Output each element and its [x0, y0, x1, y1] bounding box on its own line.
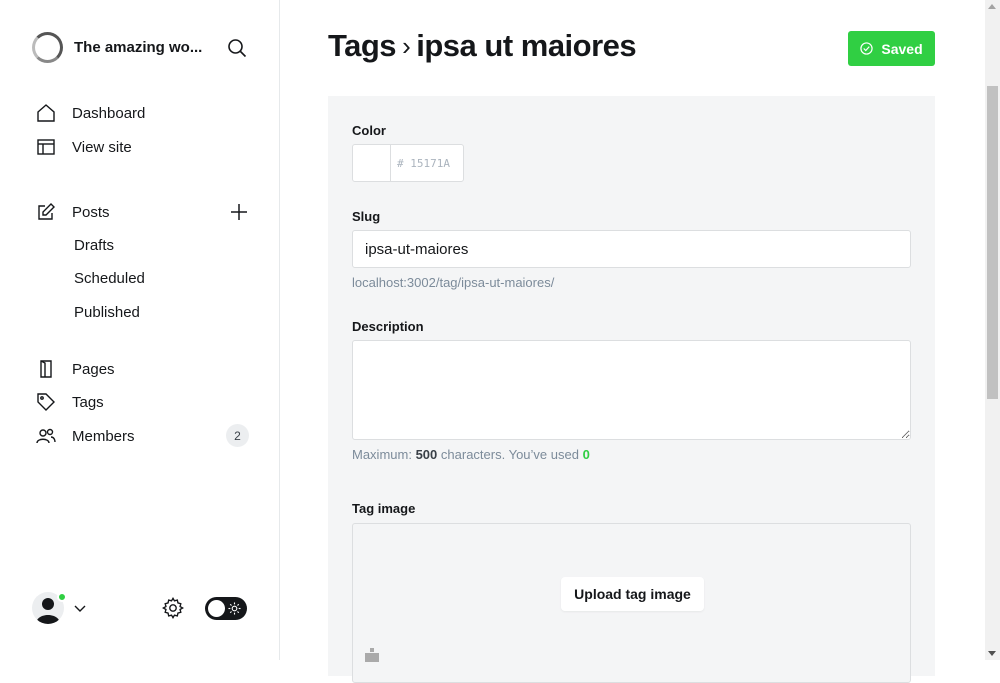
nav-pages[interactable]: Pages: [36, 357, 115, 381]
slug-input[interactable]: [352, 230, 911, 268]
main-content: Tags › ipsa ut maiores Saved Color # 151…: [281, 0, 985, 683]
nav-view-site-label: View site: [72, 138, 132, 156]
scroll-up-arrow-icon[interactable]: [988, 4, 996, 9]
members-count-badge: 2: [226, 424, 249, 447]
members-icon: [36, 428, 56, 444]
tag-icon: [37, 393, 55, 411]
site-title: The amazing wo...: [74, 39, 203, 56]
chevron-down-icon[interactable]: [74, 602, 86, 614]
nav-posts-label: Posts: [72, 203, 110, 221]
slug-url-preview: localhost:3002/tag/ipsa-ut-maiores/: [352, 275, 555, 290]
color-hex-value[interactable]: # 15171A: [391, 145, 450, 181]
edit-icon: [38, 203, 55, 220]
nav-members[interactable]: Members: [36, 424, 135, 448]
nav-members-label: Members: [72, 427, 135, 445]
new-post-plus-icon[interactable]: [229, 202, 249, 222]
home-icon: [37, 104, 55, 122]
scroll-down-arrow-icon[interactable]: [988, 651, 996, 656]
upload-tag-image-button[interactable]: Upload tag image: [561, 577, 704, 611]
nav-pages-label: Pages: [72, 360, 115, 378]
nav-drafts[interactable]: Drafts: [74, 237, 114, 254]
tag-image-upload-area[interactable]: Upload tag image: [352, 523, 911, 683]
desc-hint-mid: characters. You’ve used: [440, 447, 579, 462]
color-picker[interactable]: # 15171A: [352, 144, 464, 182]
tag-image-label: Tag image: [352, 501, 416, 516]
night-mode-toggle[interactable]: [205, 597, 247, 620]
breadcrumb-tags-link[interactable]: Tags: [328, 28, 397, 64]
description-textarea[interactable]: [352, 340, 911, 440]
nav-published[interactable]: Published: [74, 304, 140, 321]
description-hint: Maximum: 500 characters. You’ve used 0: [352, 447, 590, 462]
pages-icon: [40, 360, 52, 378]
nav-dashboard[interactable]: Dashboard: [36, 101, 145, 125]
search-icon[interactable]: [227, 38, 247, 58]
slug-label: Slug: [352, 209, 381, 224]
desc-used-chars: 0: [582, 447, 590, 462]
user-online-status: [57, 592, 67, 602]
layout-icon: [37, 139, 55, 155]
scroll-thumb[interactable]: [987, 86, 998, 399]
sidebar: The amazing wo... Dashboard View site Po…: [0, 0, 280, 660]
description-label: Description: [352, 319, 424, 334]
page-title: ipsa ut maiores: [416, 28, 637, 63]
desc-max-chars: 500: [415, 447, 438, 462]
settings-gear-icon[interactable]: [162, 597, 184, 619]
nav-view-site[interactable]: View site: [36, 135, 132, 159]
color-swatch[interactable]: [353, 145, 391, 181]
tag-settings-panel: Color # 15171A Slug localhost:3002/tag/i…: [328, 96, 935, 683]
saved-button[interactable]: Saved: [848, 31, 935, 66]
color-label: Color: [352, 123, 386, 138]
nav-tags[interactable]: Tags: [36, 390, 104, 414]
nav-tags-label: Tags: [72, 393, 104, 411]
breadcrumb: Tags › ipsa ut maiores: [328, 28, 637, 64]
nav-posts[interactable]: Posts: [36, 200, 110, 224]
site-logo-icon: [32, 32, 63, 63]
nav-dashboard-label: Dashboard: [72, 104, 146, 122]
site-brand[interactable]: The amazing wo...: [32, 32, 214, 63]
toggle-knob: [208, 600, 225, 617]
check-circle-icon: [860, 42, 874, 55]
desc-hint-prefix: Maximum:: [352, 447, 412, 462]
breadcrumb-separator: ›: [402, 30, 411, 61]
nav-scheduled[interactable]: Scheduled: [74, 270, 145, 287]
sun-icon: [228, 602, 241, 615]
saved-label: Saved: [881, 40, 923, 57]
vertical-scrollbar[interactable]: [985, 0, 1000, 660]
